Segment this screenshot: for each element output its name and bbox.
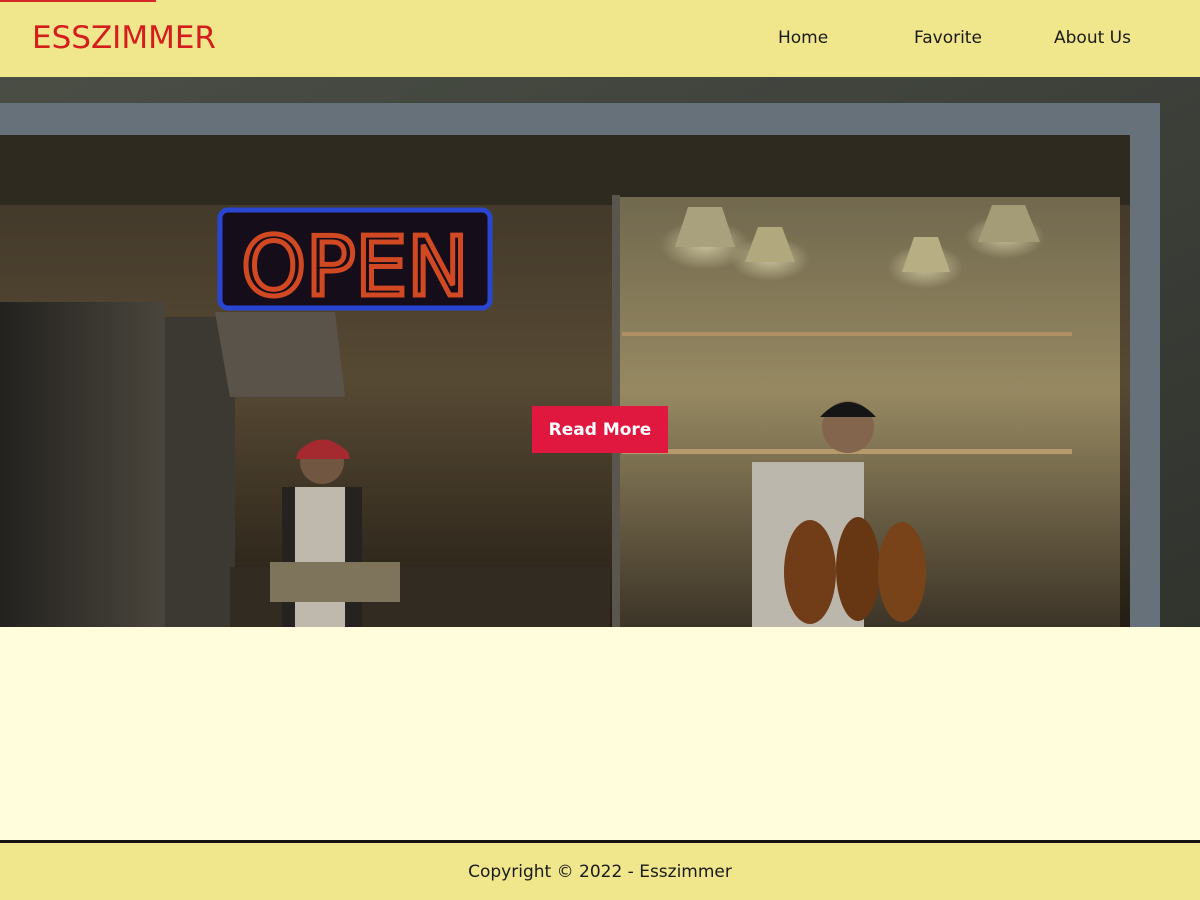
site-footer: Copyright © 2022 - Esszimmer	[0, 840, 1200, 900]
main-nav: Home Favorite About Us	[0, 0, 1200, 77]
nav-favorite-link[interactable]: Favorite	[914, 28, 982, 48]
copyright-text: Copyright © 2022 - Esszimmer	[468, 862, 732, 882]
nav-about-us-link[interactable]: About Us	[1054, 28, 1131, 48]
hero-banner: OPEN Read More	[0, 77, 1200, 627]
hero-image: OPEN	[0, 77, 1200, 627]
read-more-button[interactable]: Read More	[532, 406, 668, 453]
nav-home-link[interactable]: Home	[778, 28, 828, 48]
site-header: ESSZIMMER Home Favorite About Us	[0, 0, 1200, 77]
